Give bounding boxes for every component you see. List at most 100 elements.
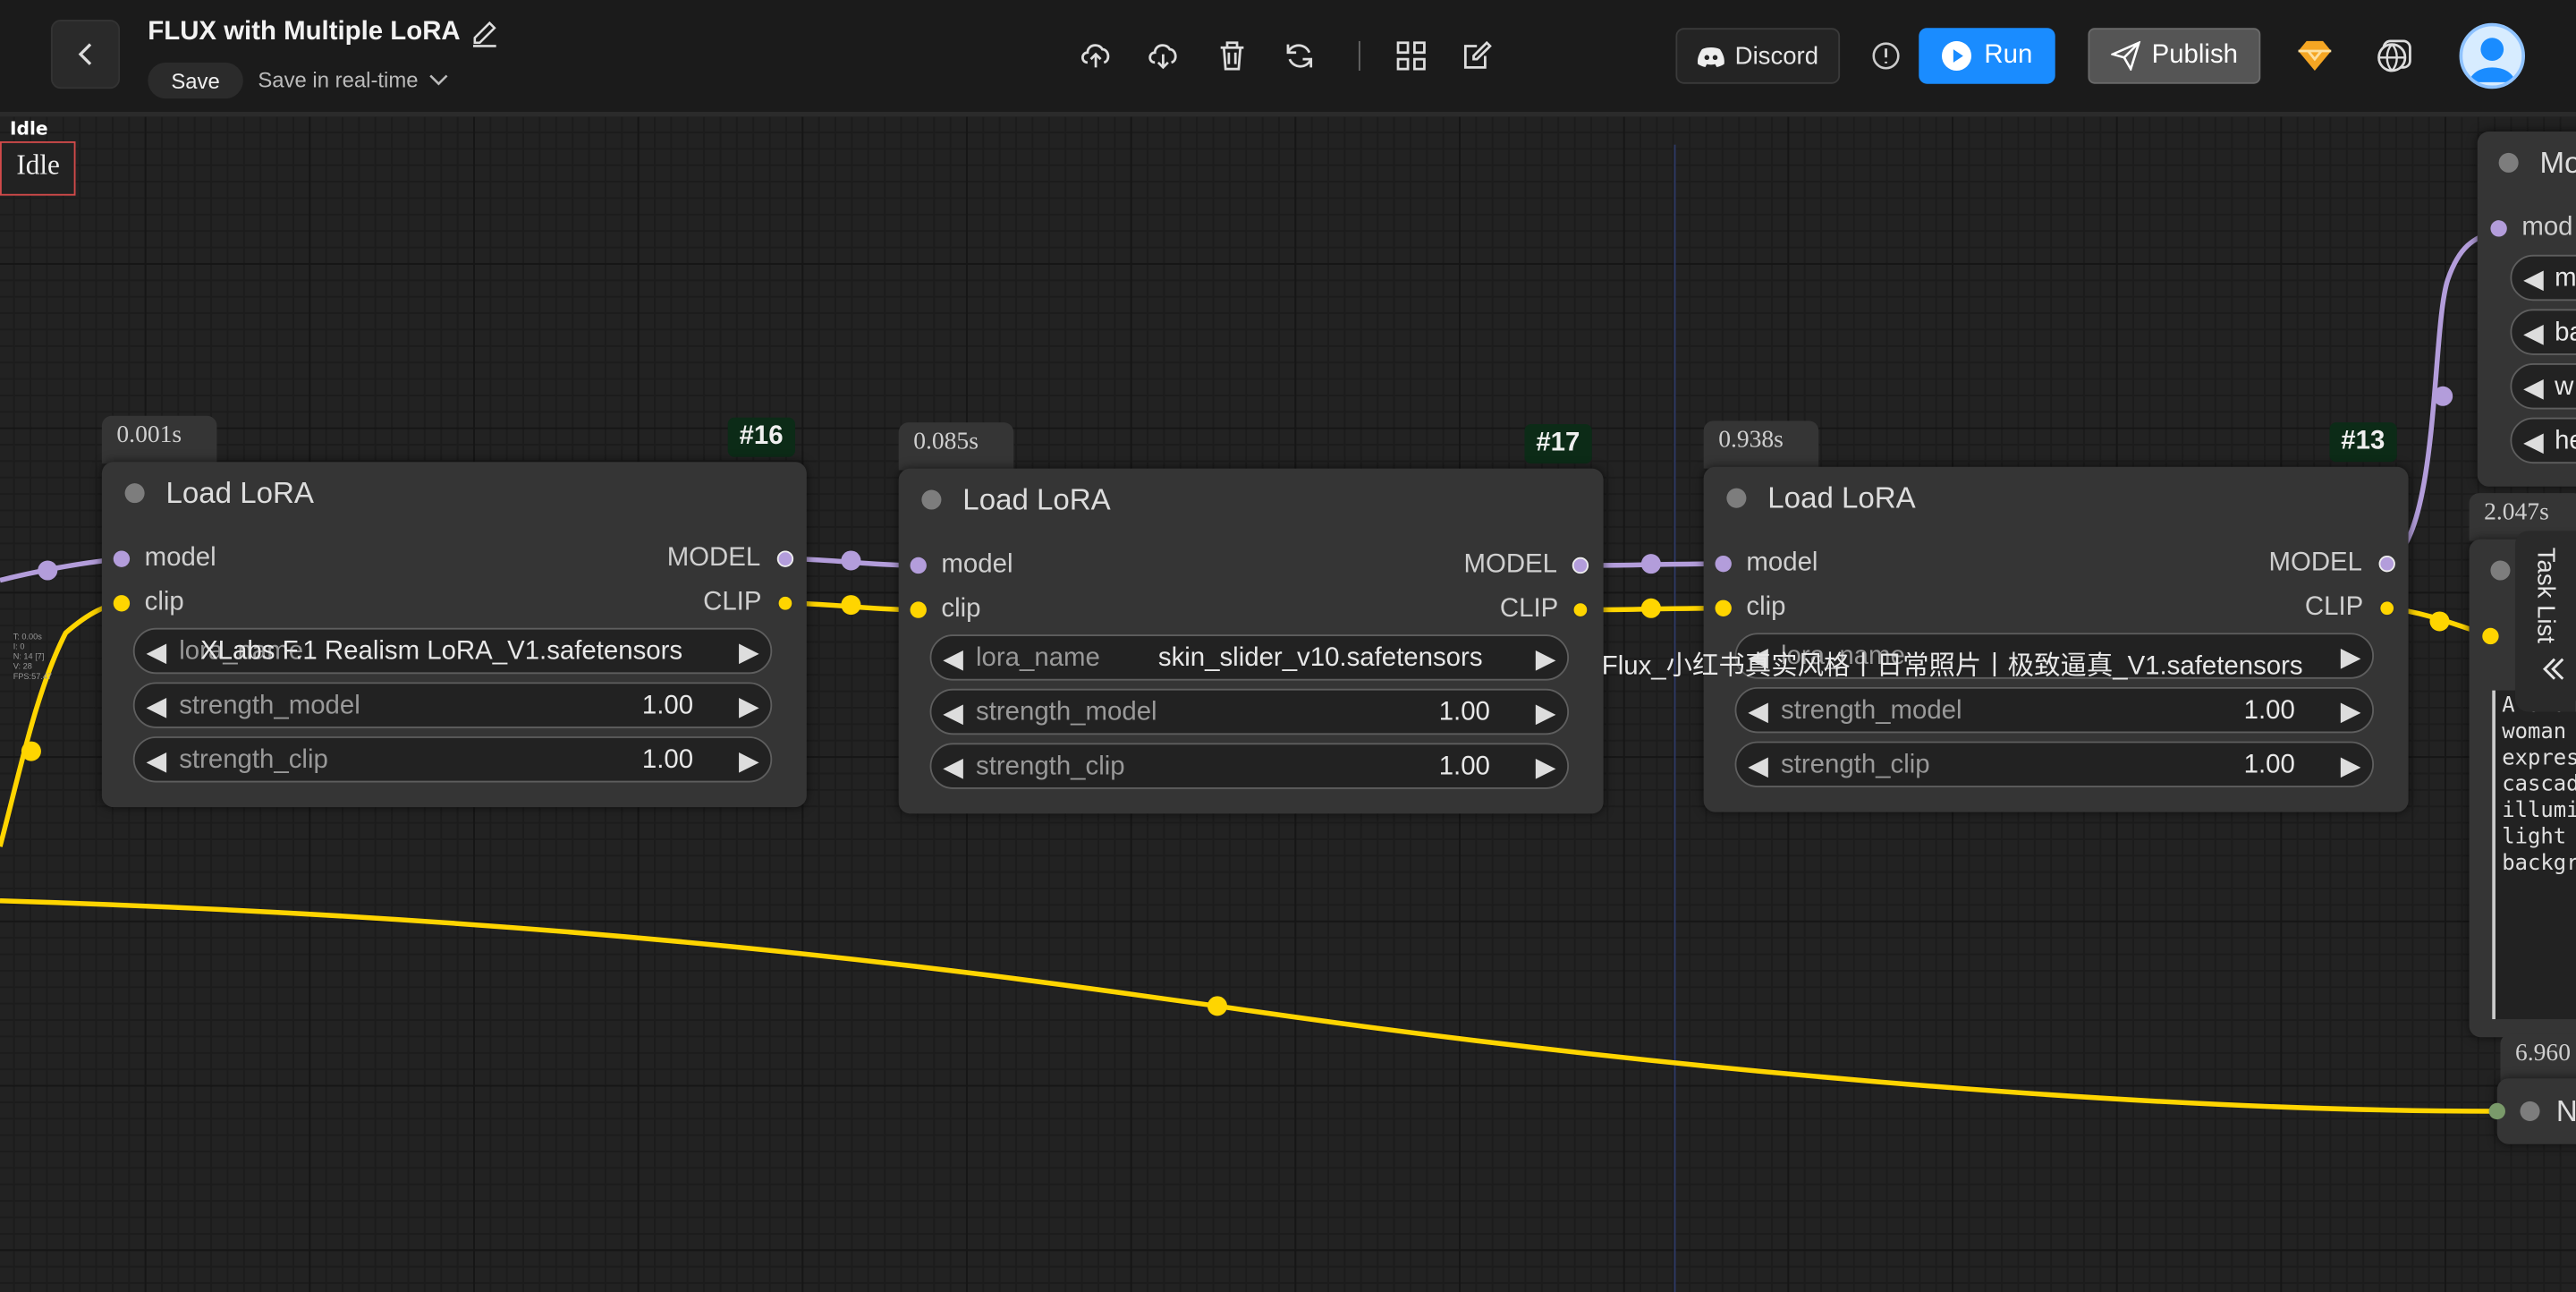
node-collapse-dot[interactable] (2490, 560, 2511, 581)
node-exec-time: 0.938s (1703, 421, 1819, 469)
widget-value: XLabs F.1 Realism LoRA_V1.safetensors (200, 637, 683, 667)
output-model-socket[interactable] (776, 550, 794, 567)
run-button[interactable]: Run (1919, 28, 2055, 84)
increment-arrow-icon[interactable]: ▶ (739, 636, 759, 669)
gem-icon[interactable] (2295, 36, 2334, 75)
output-clip-socket[interactable] (2378, 599, 2395, 616)
input-model-socket[interactable] (1715, 555, 1732, 573)
info-icon[interactable] (1871, 41, 1901, 71)
input-clip-socket[interactable] (113, 595, 131, 612)
grid-layout-icon[interactable] (1394, 39, 1428, 72)
node-collapse-dot[interactable] (124, 483, 145, 504)
node-collapse-dot[interactable] (2498, 152, 2519, 173)
right-widget[interactable]: ◀ he (2510, 417, 2576, 464)
node-exec-time: 6.960 (2500, 1033, 2576, 1082)
input-model-socket[interactable] (113, 550, 131, 567)
decrement-arrow-icon[interactable]: ◀ (943, 642, 963, 676)
increment-arrow-icon[interactable]: ▶ (739, 744, 759, 778)
output-clip-label: CLIP (1499, 595, 1559, 624)
input-clip-socket[interactable] (1715, 599, 1732, 616)
input-model-socket[interactable] (2490, 220, 2507, 237)
node-header[interactable]: N (2497, 1078, 2576, 1143)
node-header[interactable]: Load LoRA (899, 469, 1604, 531)
chevron-left-icon (78, 43, 92, 65)
save-button[interactable]: Save (148, 62, 243, 99)
partial-node-bottom[interactable]: N (2496, 1078, 2576, 1144)
output-clip-socket[interactable] (776, 595, 794, 612)
node-collapse-dot[interactable] (921, 489, 942, 510)
decrement-arrow-icon[interactable]: ◀ (943, 752, 963, 785)
task-list-tab[interactable]: Task List (2514, 531, 2576, 712)
stat-line: V: 28 (13, 662, 32, 673)
stat-line: I: 0 (13, 642, 25, 653)
increment-arrow-icon[interactable]: ▶ (739, 691, 759, 724)
increment-arrow-icon[interactable]: ▶ (2341, 695, 2361, 728)
right-widget[interactable]: ◀ ba (2510, 309, 2576, 355)
download-cloud-icon[interactable] (1147, 39, 1180, 72)
task-list-toggle[interactable]: Task List (2515, 531, 2576, 711)
increment-arrow-icon[interactable]: ▶ (1536, 697, 1556, 730)
user-avatar-icon (2469, 38, 2515, 82)
increment-arrow-icon[interactable]: ▶ (1536, 752, 1556, 785)
decrement-arrow-icon[interactable]: ◀ (146, 636, 166, 669)
increment-arrow-icon[interactable]: ▶ (2341, 750, 2361, 783)
decrement-arrow-icon[interactable]: ◀ (146, 744, 166, 778)
decrement-arrow-icon[interactable]: ◀ (2523, 371, 2544, 404)
upload-cloud-icon[interactable] (1080, 39, 1113, 72)
lora-name-combo[interactable]: ◀ lora_name skin_slider_v10.safetensors … (929, 634, 1570, 681)
decrement-arrow-icon[interactable]: ◀ (1748, 695, 1768, 728)
decrement-arrow-icon[interactable]: ◀ (2523, 426, 2544, 459)
clip-wire-long (0, 898, 2496, 1114)
user-avatar[interactable] (2459, 22, 2526, 89)
lora-name-combo[interactable]: ◀ lora_name XLabs F.1 Realism LoRA_V1.sa… (132, 627, 773, 675)
output-model-socket[interactable] (1572, 557, 1589, 574)
back-button[interactable] (50, 20, 121, 89)
publish-button[interactable]: Publish (2088, 28, 2261, 84)
prompt-textarea[interactable]: A stun woman expres cascad illumi light … (2492, 690, 2576, 1020)
node-header[interactable]: Load LoRA (1704, 467, 2409, 530)
widget-value: 1.00 (2243, 751, 2295, 779)
edit-pencil-icon[interactable] (470, 18, 500, 47)
right-widget[interactable]: ◀ m (2510, 254, 2576, 302)
node-header[interactable]: Load LoRA (102, 462, 807, 524)
input-clip-socket[interactable] (910, 601, 927, 618)
decrement-arrow-icon[interactable]: ◀ (2523, 318, 2544, 351)
save-mode-dropdown[interactable]: Save in real-time (258, 67, 447, 92)
discord-button[interactable]: Discord (1675, 28, 1841, 84)
strength-clip-slider[interactable]: ◀ strength_clip 1.00 ▶ (929, 743, 1570, 789)
input-model-socket[interactable] (910, 557, 927, 574)
strength-clip-slider[interactable]: ◀ strength_clip 1.00 ▶ (132, 736, 773, 783)
node-title: Mo (2539, 145, 2576, 179)
language-icon[interactable] (2374, 36, 2413, 75)
discord-label: Discord (1734, 41, 1819, 71)
decrement-arrow-icon[interactable]: ◀ (1748, 750, 1768, 783)
node-collapse-dot[interactable] (1726, 488, 1747, 508)
decrement-arrow-icon[interactable]: ◀ (2523, 263, 2544, 296)
output-model-socket[interactable] (2378, 555, 2395, 573)
output-clip-socket[interactable] (1572, 601, 1589, 618)
decrement-arrow-icon[interactable]: ◀ (943, 697, 963, 730)
strength-clip-slider[interactable]: ◀ strength_clip 1.00 ▶ (1734, 741, 2375, 788)
increment-arrow-icon[interactable]: ▶ (1536, 642, 1556, 676)
status-label: Idle (10, 118, 48, 140)
node-header[interactable]: Mo (2478, 132, 2576, 194)
refresh-icon[interactable] (1283, 39, 1316, 72)
widget-label: lora_name (975, 644, 1100, 673)
input-socket[interactable] (2488, 1102, 2505, 1120)
task-list-label: Task List (2533, 548, 2561, 644)
input-clip-socket[interactable] (2482, 627, 2499, 645)
increment-arrow-icon[interactable]: ▶ (2341, 642, 2361, 675)
decrement-arrow-icon[interactable]: ◀ (146, 691, 166, 724)
right-widget[interactable]: ◀ w (2510, 363, 2576, 410)
edit-note-icon[interactable] (1461, 39, 1494, 72)
widget-value: 1.00 (1438, 752, 1490, 781)
strength-model-slider[interactable]: ◀ strength_model 1.00 ▶ (929, 688, 1570, 735)
strength-model-slider[interactable]: ◀ strength_model 1.00 ▶ (132, 682, 773, 728)
node-id-badge: #17 (1524, 423, 1592, 464)
trash-icon[interactable] (1216, 39, 1249, 72)
strength-model-slider[interactable]: ◀ strength_model 1.00 ▶ (1734, 686, 2375, 734)
lora-name-combo[interactable]: ◀ lora_name Flux_小红书真实风格丨日常照片丨极致逼真_V1.sa… (1602, 633, 2375, 681)
widget-value: Flux_小红书真实风格丨日常照片丨极致逼真_V1.safetensors (1601, 652, 2303, 681)
node-collapse-dot[interactable] (2520, 1101, 2540, 1121)
node-title: Load LoRA (165, 475, 314, 509)
